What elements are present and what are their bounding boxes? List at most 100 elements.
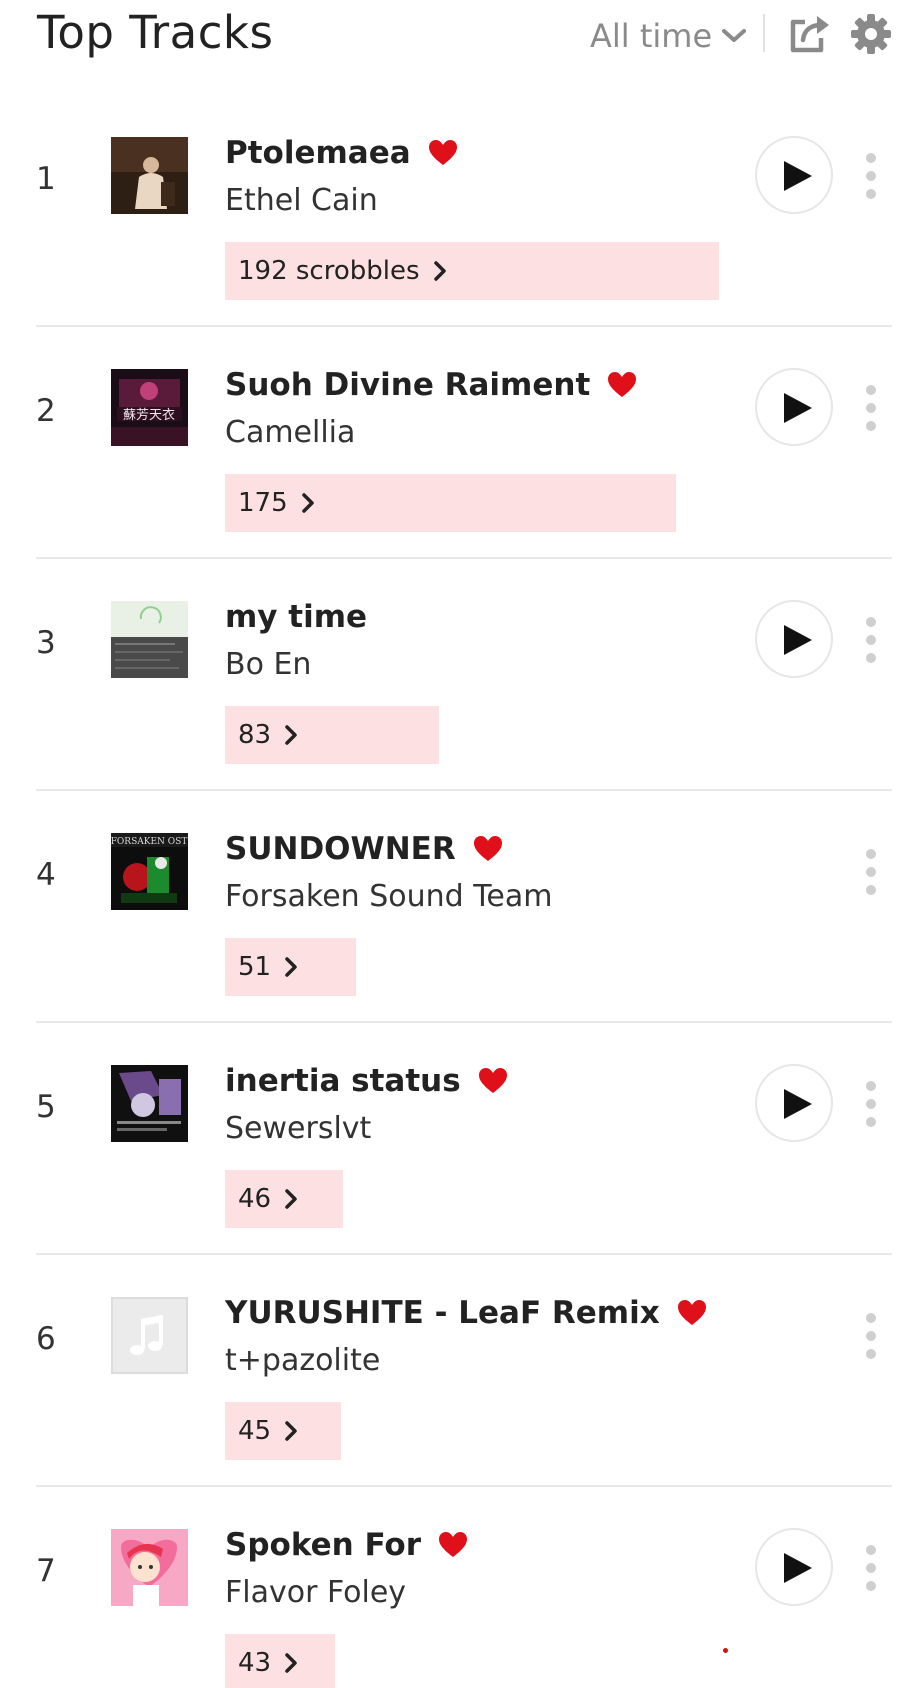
chevron-right-icon [433,261,446,281]
share-button[interactable] [787,12,831,56]
track-title[interactable]: SUNDOWNER [225,831,456,867]
track-title[interactable]: my time [225,599,367,635]
track-row[interactable]: 2 蘇芳天衣 Suoh Divine Raiment Camellia 175 [0,327,900,559]
scrobble-count: 45 [238,1416,272,1446]
track-artist[interactable]: Camellia [225,415,355,450]
chevron-right-icon [301,493,314,513]
more-options-button[interactable] [858,384,884,432]
track-artist[interactable]: Sewerslvt [225,1111,371,1146]
track-title[interactable]: Suoh Divine Raiment [225,367,590,403]
loved-heart-icon [439,1532,467,1557]
header-divider [763,14,765,52]
loved-heart-icon [608,372,637,397]
track-row[interactable]: 7 Spoken For Flavor Foley 43 [0,1487,900,1688]
play-icon [784,625,812,655]
track-artist[interactable]: Ethel Cain [225,183,378,218]
scrobble-count: 51 [238,952,272,982]
music-note-placeholder[interactable] [111,1297,188,1374]
album-art[interactable] [111,1065,188,1142]
track-rank: 1 [36,161,56,197]
play-icon [784,161,812,191]
album-art[interactable]: 蘇芳天衣 [111,369,188,446]
scrobble-count: 83 [238,720,272,750]
more-options-button[interactable] [858,1312,884,1360]
more-options-button[interactable] [858,616,884,664]
chevron-right-icon [285,957,297,977]
track-row[interactable]: 1 Ptolemaea Ethel Cain 192 scrobbles [0,95,900,327]
track-artist[interactable]: Bo En [225,647,311,682]
svg-text:FORSAKEN OST: FORSAKEN OST [111,837,187,847]
play-button[interactable] [755,136,833,214]
share-icon [790,16,829,53]
track-rank: 3 [36,625,56,661]
more-vertical-icon [866,849,876,895]
scrobble-count: 192 scrobbles [238,256,420,286]
chevron-right-icon [285,1421,297,1441]
more-options-button[interactable] [858,152,884,200]
chevron-right-icon [285,1653,297,1673]
track-rank: 4 [36,857,56,893]
play-button[interactable] [755,368,833,446]
more-options-button[interactable] [858,1080,884,1128]
play-button[interactable] [755,1064,833,1142]
play-button[interactable] [755,600,833,678]
track-row[interactable]: 5 inertia status Sewerslvt 46 [0,1023,900,1255]
more-vertical-icon [866,1545,876,1591]
scrobble-count-bar[interactable]: 192 scrobbles [225,242,719,300]
top-tracks-page: Top Tracks All time 1 Ptolemaea Ethel Ca… [0,0,900,1688]
gear-icon [851,14,891,54]
track-title[interactable]: Ptolemaea [225,135,411,171]
settings-button[interactable] [849,12,893,56]
more-options-button[interactable] [858,1544,884,1592]
track-row[interactable]: 3 my time Bo En 83 [0,559,900,791]
loved-heart-icon [677,1300,706,1325]
album-art[interactable] [111,1529,188,1606]
scrobble-count-bar[interactable]: 43 [225,1634,335,1688]
more-vertical-icon [866,617,876,663]
more-options-button[interactable] [858,848,884,896]
track-rank: 6 [36,1321,56,1357]
album-art[interactable]: FORSAKEN OST [111,833,188,910]
more-vertical-icon [866,153,876,199]
scrobble-count-bar[interactable]: 175 [225,474,676,532]
loved-heart-icon [478,1068,507,1093]
track-title[interactable]: Spoken For [225,1527,421,1563]
track-artist[interactable]: t+pazolite [225,1343,380,1378]
period-label: All time [590,17,713,55]
chevron-down-icon [722,29,747,42]
track-rank: 5 [36,1089,56,1125]
track-row[interactable]: 4 FORSAKEN OST SUNDOWNER Forsaken Sound … [0,791,900,1023]
touch-indicator [723,1648,728,1653]
play-icon [784,1089,812,1119]
track-artist[interactable]: Forsaken Sound Team [225,879,553,914]
scrobble-count: 43 [238,1648,272,1678]
header: Top Tracks All time [0,0,900,70]
track-row[interactable]: 6 YURUSHITE - LeaF Remix t+pazolite 45 [0,1255,900,1487]
track-rank: 2 [36,393,56,429]
album-art[interactable] [111,137,188,214]
scrobble-count-bar[interactable]: 46 [225,1170,343,1228]
play-icon [784,393,812,423]
period-dropdown[interactable]: All time [590,14,747,58]
more-vertical-icon [866,1081,876,1127]
play-button[interactable] [755,1528,833,1606]
more-vertical-icon [866,1313,876,1359]
scrobble-count-bar[interactable]: 45 [225,1402,341,1460]
loved-heart-icon [428,140,457,165]
more-vertical-icon [866,385,876,431]
scrobble-count: 46 [238,1184,272,1214]
chevron-right-icon [285,725,297,745]
page-title: Top Tracks [37,6,274,59]
album-art[interactable] [111,601,188,678]
track-title[interactable]: YURUSHITE - LeaF Remix [225,1295,660,1331]
loved-heart-icon [473,836,502,861]
track-rank: 7 [36,1553,56,1589]
scrobble-count: 175 [238,488,288,518]
track-title[interactable]: inertia status [225,1063,461,1099]
svg-text:蘇芳天衣: 蘇芳天衣 [123,407,175,423]
scrobble-count-bar[interactable]: 51 [225,938,356,996]
track-artist[interactable]: Flavor Foley [225,1575,406,1610]
play-icon [784,1553,812,1583]
scrobble-count-bar[interactable]: 83 [225,706,439,764]
chevron-right-icon [285,1189,297,1209]
